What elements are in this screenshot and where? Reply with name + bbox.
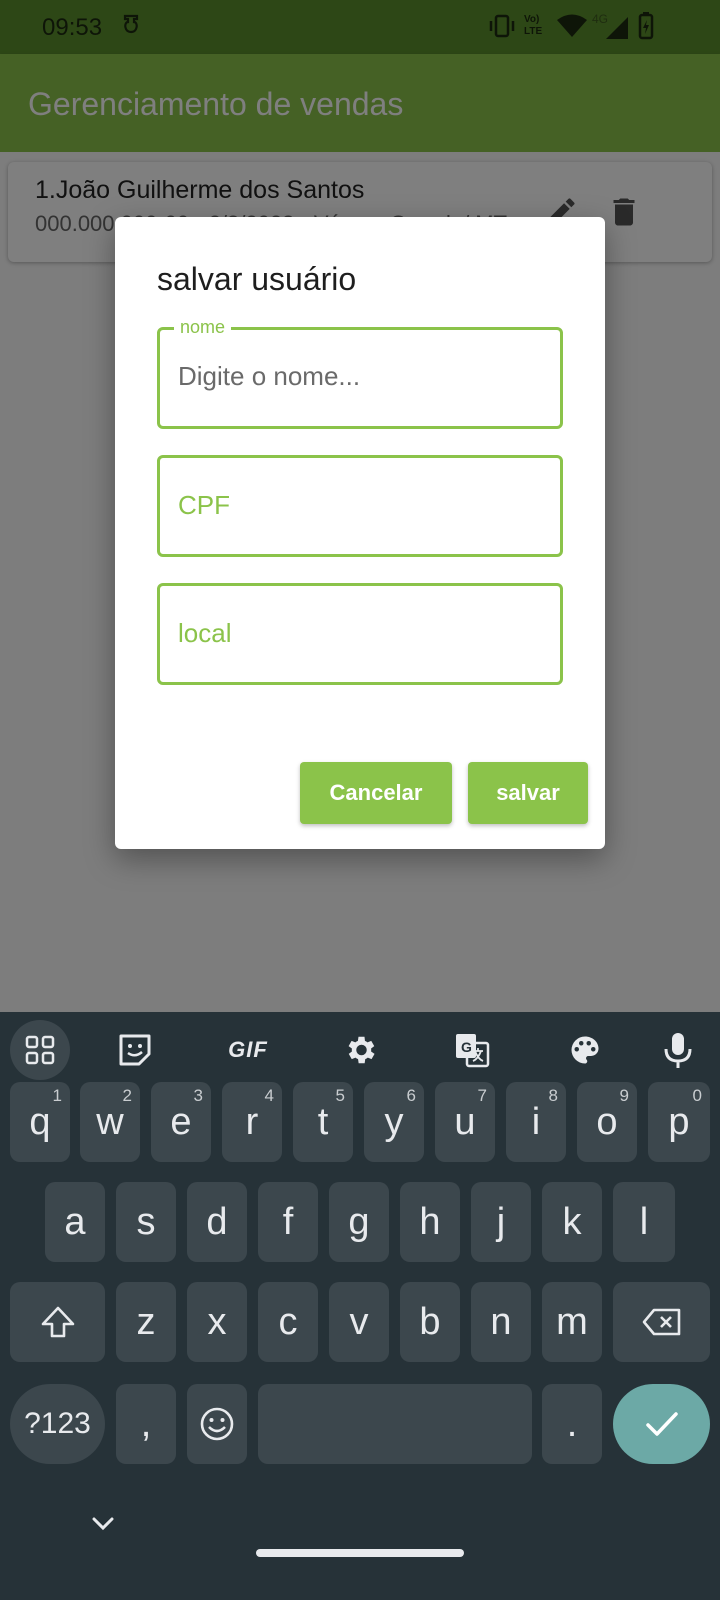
translate-icon[interactable]: G bbox=[442, 1020, 502, 1080]
key-v[interactable]: v bbox=[329, 1282, 389, 1362]
sticker-icon[interactable] bbox=[105, 1020, 165, 1080]
shift-arrow-icon bbox=[41, 1306, 74, 1338]
svg-text:G: G bbox=[461, 1039, 472, 1055]
key-w[interactable]: w2 bbox=[80, 1082, 140, 1162]
microphone-icon[interactable] bbox=[648, 1020, 708, 1080]
home-gesture-handle[interactable] bbox=[256, 1549, 464, 1557]
key-p[interactable]: p0 bbox=[648, 1082, 710, 1162]
name-input[interactable] bbox=[178, 356, 538, 396]
backspace-key[interactable] bbox=[613, 1282, 710, 1362]
dialog-title: salvar usuário bbox=[157, 261, 357, 297]
backspace-icon bbox=[642, 1308, 680, 1336]
key-h[interactable]: h bbox=[400, 1182, 460, 1262]
key-r[interactable]: r4 bbox=[222, 1082, 282, 1162]
key-o[interactable]: o9 bbox=[577, 1082, 637, 1162]
key-y[interactable]: y6 bbox=[364, 1082, 424, 1162]
save-button[interactable]: salvar bbox=[468, 762, 588, 824]
enter-key[interactable] bbox=[613, 1384, 710, 1464]
key-z[interactable]: z bbox=[116, 1282, 176, 1362]
key-g[interactable]: g bbox=[329, 1182, 389, 1262]
key-m[interactable]: m bbox=[542, 1282, 602, 1362]
key-c[interactable]: c bbox=[258, 1282, 318, 1362]
key-j[interactable]: j bbox=[471, 1182, 531, 1262]
key-t[interactable]: t5 bbox=[293, 1082, 353, 1162]
cpf-field[interactable]: CPF bbox=[157, 455, 563, 557]
local-field[interactable]: local bbox=[157, 583, 563, 685]
palette-icon[interactable] bbox=[555, 1020, 615, 1080]
name-field[interactable]: nome bbox=[157, 317, 563, 429]
key-d[interactable]: d bbox=[187, 1182, 247, 1262]
navigation-bar bbox=[0, 1492, 720, 1600]
key-b[interactable]: b bbox=[400, 1282, 460, 1362]
settings-gear-icon[interactable] bbox=[330, 1020, 390, 1080]
name-field-label: nome bbox=[174, 317, 232, 338]
key-n[interactable]: n bbox=[471, 1282, 531, 1362]
key-period[interactable]: . bbox=[542, 1384, 602, 1464]
key-k[interactable]: k bbox=[542, 1182, 602, 1262]
key-s[interactable]: s bbox=[116, 1182, 176, 1262]
hide-keyboard-chevron-icon[interactable] bbox=[91, 1516, 115, 1532]
emoji-key[interactable] bbox=[187, 1384, 247, 1464]
key-a[interactable]: a bbox=[45, 1182, 105, 1262]
key-i[interactable]: i8 bbox=[506, 1082, 566, 1162]
gif-button[interactable]: GIF bbox=[218, 1020, 278, 1080]
key-x[interactable]: x bbox=[187, 1282, 247, 1362]
key-comma[interactable]: , bbox=[116, 1384, 176, 1464]
key-f[interactable]: f bbox=[258, 1182, 318, 1262]
key-l[interactable]: l bbox=[613, 1182, 675, 1262]
shift-key[interactable] bbox=[10, 1282, 105, 1362]
symbols-key[interactable]: ?123 bbox=[10, 1384, 105, 1464]
space-bar[interactable] bbox=[258, 1384, 532, 1464]
emoji-icon bbox=[200, 1407, 234, 1441]
save-user-dialog: salvar usuário nome CPF local Cancelar s… bbox=[115, 217, 605, 849]
checkmark-icon bbox=[645, 1412, 678, 1436]
cancel-button[interactable]: Cancelar bbox=[300, 762, 452, 824]
key-q[interactable]: q1 bbox=[10, 1082, 70, 1162]
key-e[interactable]: e3 bbox=[151, 1082, 211, 1162]
key-u[interactable]: u7 bbox=[435, 1082, 495, 1162]
apps-grid-icon[interactable] bbox=[10, 1020, 70, 1080]
cpf-field-label: CPF bbox=[178, 490, 230, 520]
local-field-label: local bbox=[178, 618, 232, 648]
